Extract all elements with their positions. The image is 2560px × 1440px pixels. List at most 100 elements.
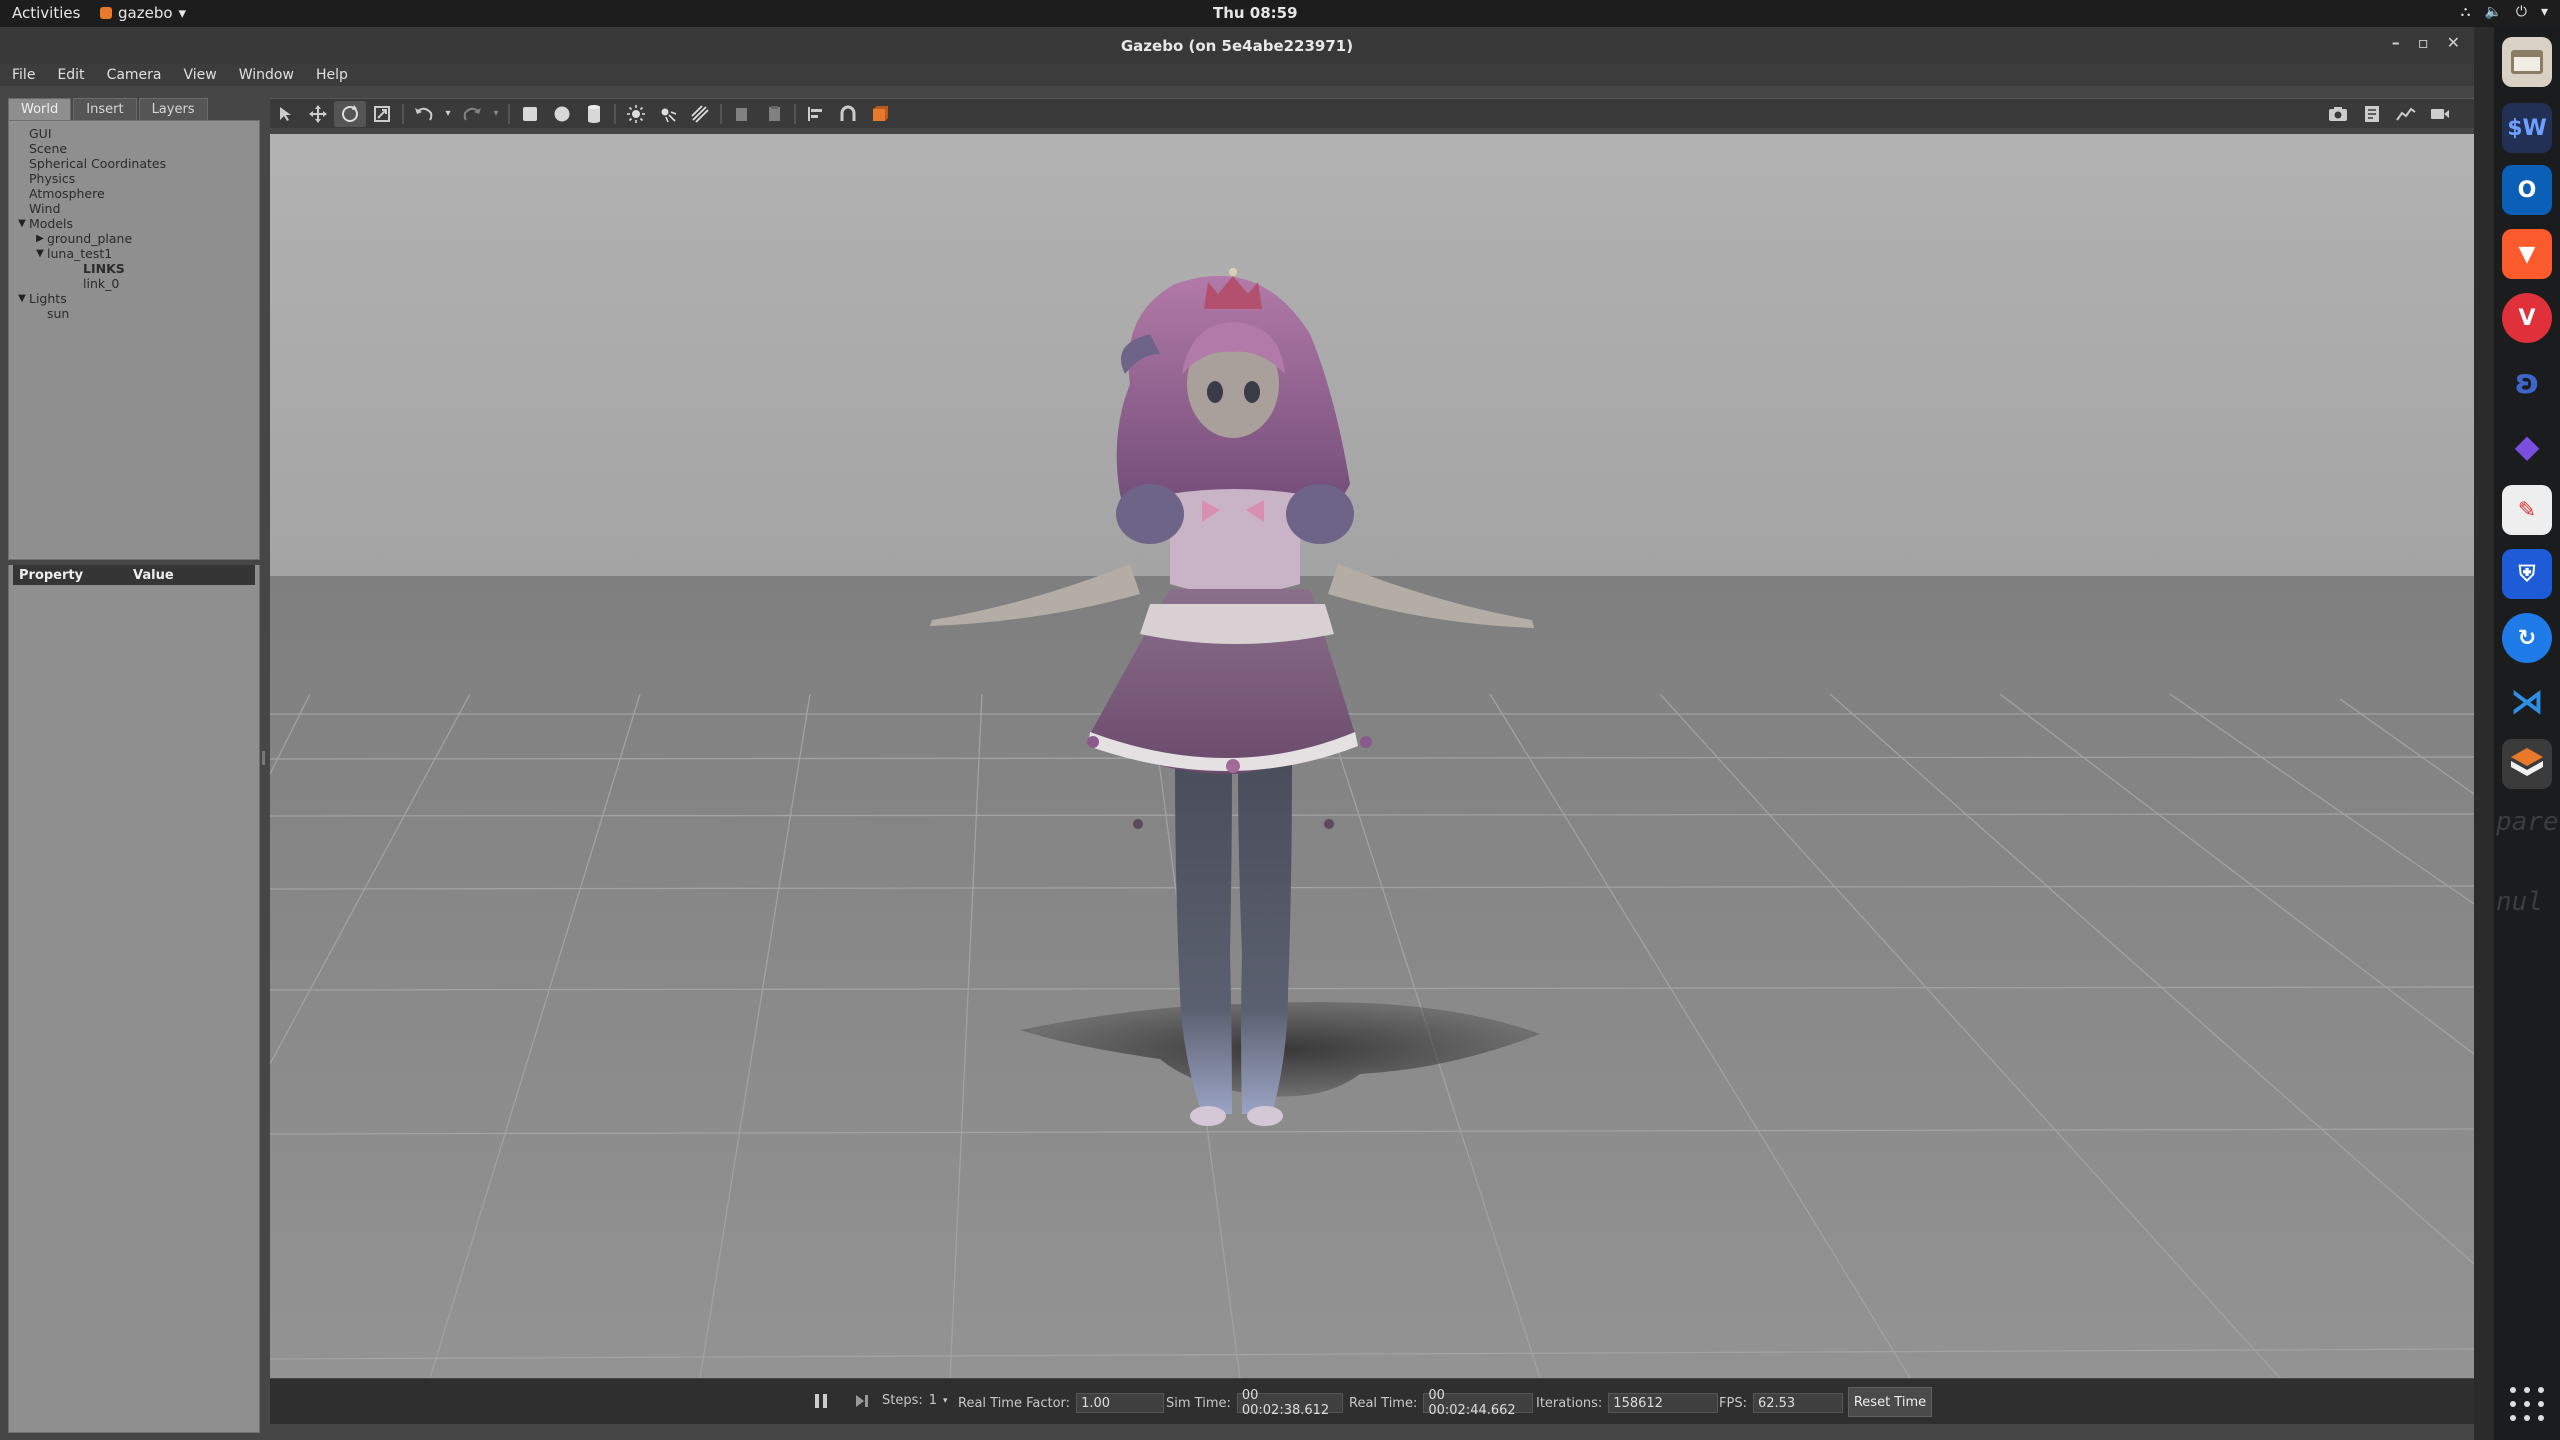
collapse-arrow-icon[interactable]: ▶ xyxy=(33,233,47,244)
tree-item-wind[interactable]: Wind xyxy=(9,201,259,216)
obsidian-icon[interactable]: ◆ xyxy=(2502,421,2552,471)
spot-light-icon[interactable] xyxy=(652,101,684,127)
pompom xyxy=(1324,819,1334,829)
menu-help[interactable]: Help xyxy=(316,67,348,83)
gazebo-dock-icon[interactable] xyxy=(2502,739,2552,789)
select-mode-icon[interactable] xyxy=(270,101,302,127)
tree-item-gui[interactable]: GUI xyxy=(9,126,259,141)
dollar-w-app-icon[interactable]: $W xyxy=(2502,103,2552,153)
expand-arrow-icon[interactable]: ▼ xyxy=(15,293,29,304)
tree-item-links[interactable]: LINKS xyxy=(9,261,259,276)
file-cabinet-icon[interactable] xyxy=(2502,37,2552,87)
tree-item-label: Spherical Coordinates xyxy=(29,156,167,171)
tree-item-ground-plane[interactable]: ▶ ground_plane xyxy=(9,231,259,246)
tree-item-link-0[interactable]: link_0 xyxy=(9,276,259,291)
simulation-status-bar: Steps: 1 ▾ Real Time Factor: 1.00 Sim Ti… xyxy=(270,1379,2474,1424)
bitwarden-icon[interactable]: ⛨ xyxy=(2502,549,2552,599)
copy-icon[interactable] xyxy=(726,101,758,127)
redo-icon[interactable] xyxy=(456,101,488,127)
vivaldi-icon[interactable]: V xyxy=(2502,293,2552,343)
scale-mode-icon[interactable] xyxy=(366,101,398,127)
panel-splitter-handle[interactable] xyxy=(262,751,265,765)
menu-file[interactable]: File xyxy=(12,67,35,83)
scene-render[interactable] xyxy=(270,134,2474,1378)
sphere-icon[interactable] xyxy=(546,101,578,127)
redo-history-chevron-icon[interactable]: ▾ xyxy=(488,101,504,127)
sync-app-icon[interactable]: ↻ xyxy=(2502,613,2552,663)
3d-viewport[interactable] xyxy=(270,134,2474,1378)
log-icon[interactable] xyxy=(2356,101,2388,127)
background-code-text: nul xyxy=(2496,887,2543,917)
undo-history-chevron-icon[interactable]: ▾ xyxy=(440,101,456,127)
rotate-mode-icon[interactable] xyxy=(334,100,366,127)
reset-time-button[interactable]: Reset Time xyxy=(1848,1387,1932,1417)
menu-edit[interactable]: Edit xyxy=(57,67,84,83)
left-eye xyxy=(1207,381,1223,403)
tab-world[interactable]: World xyxy=(8,98,72,120)
app-menu[interactable]: gazebo ▾ xyxy=(100,4,186,22)
real-time-value: 00 00:02:44.662 xyxy=(1423,1388,1534,1418)
change-view-icon[interactable] xyxy=(864,101,896,127)
steps-chevron-icon[interactable]: ▾ xyxy=(943,1396,948,1406)
property-table: Property Value xyxy=(8,565,260,1433)
record-video-icon[interactable] xyxy=(2424,101,2456,127)
expand-arrow-icon[interactable]: ▼ xyxy=(15,218,29,229)
tree-item-sun[interactable]: sun xyxy=(9,306,259,321)
directional-light-icon[interactable] xyxy=(684,101,716,127)
system-tray[interactable]: ⛬ 🔈 ⏻ ▾ xyxy=(2461,4,2548,20)
cylinder-icon[interactable] xyxy=(578,101,610,127)
activities-button[interactable]: Activities xyxy=(12,4,80,22)
tree-item-luna-test1[interactable]: ▼ luna_test1 xyxy=(9,246,259,261)
translate-mode-icon[interactable] xyxy=(302,101,334,127)
minimize-icon[interactable]: – xyxy=(2392,33,2400,52)
undo-icon[interactable] xyxy=(408,101,440,127)
box-icon[interactable] xyxy=(514,101,546,127)
plot-icon[interactable] xyxy=(2390,101,2422,127)
outlook-icon[interactable]: O xyxy=(2502,165,2552,215)
tree-item-atmosphere[interactable]: Atmosphere xyxy=(9,186,259,201)
tree-item-lights[interactable]: ▼ Lights xyxy=(9,291,259,306)
text-editor-icon[interactable]: ✎ xyxy=(2502,485,2552,535)
world-tree: GUI Scene Spherical Coordinates Physics Atmo… xyxy=(8,120,260,560)
torso xyxy=(1170,489,1300,594)
pause-button[interactable] xyxy=(814,1393,828,1409)
tree-item-physics[interactable]: Physics xyxy=(9,171,259,186)
point-light-icon[interactable] xyxy=(620,101,652,127)
show-applications-icon[interactable] xyxy=(2508,1385,2546,1423)
brave-browser-icon[interactable]: ▼ xyxy=(2502,229,2552,279)
tree-item-scene[interactable]: Scene xyxy=(9,141,259,156)
pompom xyxy=(1226,759,1240,773)
main-toolbar: ▾ ▾ xyxy=(270,98,2474,128)
paste-icon[interactable] xyxy=(758,101,790,127)
close-icon[interactable]: ✕ xyxy=(2447,33,2460,52)
tab-insert[interactable]: Insert xyxy=(73,98,137,120)
clock[interactable]: Thu 08:59 xyxy=(1213,4,1298,22)
tree-item-spherical-coordinates[interactable]: Spherical Coordinates xyxy=(9,156,259,171)
step-button[interactable] xyxy=(854,1393,870,1409)
tree-item-models[interactable]: ▼ Models xyxy=(9,216,259,231)
rtf-label: Real Time Factor: xyxy=(958,1395,1071,1411)
vscode-icon[interactable]: ⋊ xyxy=(2502,677,2552,727)
expand-arrow-icon[interactable]: ▼ xyxy=(33,248,47,259)
menu-window[interactable]: Window xyxy=(239,67,294,83)
window-title-bar[interactable]: Gazebo (on 5e4abe223971) – ▫ ✕ xyxy=(0,27,2474,64)
tree-item-label: luna_test1 xyxy=(47,246,113,261)
screenshot-icon[interactable] xyxy=(2322,101,2354,127)
fps-value: 62.53 xyxy=(1752,1393,1843,1413)
property-column-header: Property xyxy=(19,567,84,583)
tree-item-label: Wind xyxy=(29,201,61,216)
iterations-value: 158612 xyxy=(1608,1393,1719,1413)
snap-icon[interactable] xyxy=(832,101,864,127)
steps-value[interactable]: 1 xyxy=(929,1393,937,1408)
tree-item-label: Models xyxy=(29,216,74,231)
gazebo-app-icon xyxy=(100,7,112,19)
background-code-text: pare xyxy=(2496,807,2559,837)
butterfly-app-icon[interactable]: ʚ xyxy=(2502,357,2552,407)
tab-layers[interactable]: Layers xyxy=(138,98,208,120)
menu-view[interactable]: View xyxy=(184,67,217,83)
menu-camera[interactable]: Camera xyxy=(107,67,162,83)
tree-item-label: Lights xyxy=(29,291,67,306)
align-icon[interactable] xyxy=(800,101,832,127)
maximize-icon[interactable]: ▫ xyxy=(2418,33,2429,52)
tree-item-label: Physics xyxy=(29,171,76,186)
